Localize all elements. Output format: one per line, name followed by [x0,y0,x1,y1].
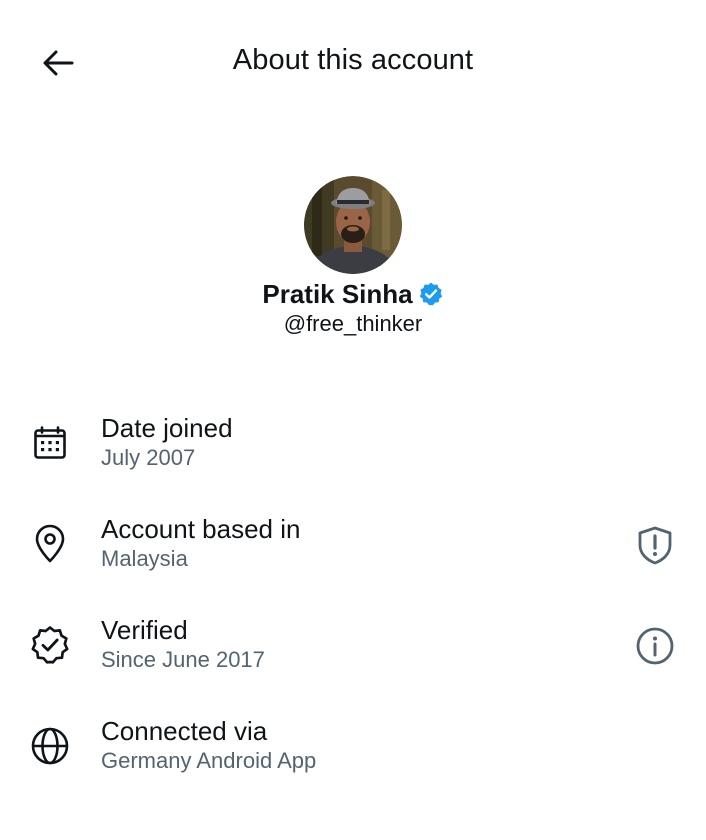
info-row-connected-via: Connected via Germany Android App [0,703,706,804]
connected-via-text: Connected via Germany Android App [101,715,316,775]
shield-alert-icon[interactable] [634,524,676,566]
connected-via-value: Germany Android App [101,748,317,773]
account-based-in-label: Account based in [101,514,301,544]
name-row: Pratik Sinha [262,277,443,311]
username-handle: @free_thinker [283,311,423,336]
account-based-in-text: Account based in Malaysia [101,513,300,573]
date-joined-text: Date joined July 2007 [101,412,233,472]
info-row-date-joined: Date joined July 2007 [0,400,706,501]
avatar[interactable] [304,176,402,274]
info-row-verified: Verified Since June 2017 [0,602,706,703]
account-based-in-value: Malaysia [101,546,188,571]
verified-text: Verified Since June 2017 [101,614,265,674]
profile-section: Pratik Sinha @free_thinker [0,176,706,337]
page-title: About this account [232,44,474,76]
globe-icon [30,726,70,766]
verified-check-icon [30,625,70,665]
calendar-icon [30,423,70,463]
info-row-account-based-in: Account based in Malaysia [0,501,706,602]
connected-via-label: Connected via [101,716,268,746]
date-joined-label: Date joined [101,413,233,443]
display-name: Pratik Sinha [262,278,413,309]
info-icon[interactable] [634,625,676,667]
account-info-list: Date joined July 2007 Account based in M… [0,400,706,804]
date-joined-value: July 2007 [101,445,196,470]
location-pin-icon [30,524,70,564]
verified-label: Verified [101,615,188,645]
verified-value: Since June 2017 [101,647,265,672]
header: About this account [0,0,706,124]
verified-badge-icon [418,281,444,307]
